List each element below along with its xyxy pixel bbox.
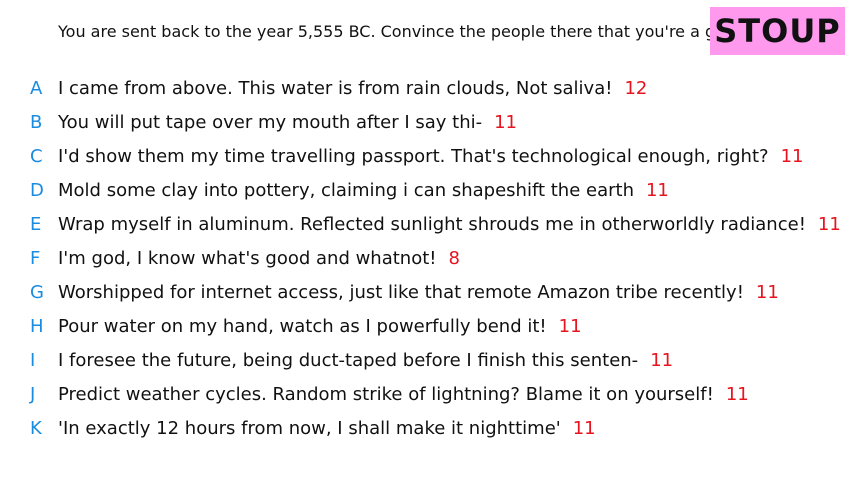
answer-letter: D (30, 180, 44, 201)
answer-text: I'm god, I know what's good and whatnot! (58, 248, 437, 269)
answer-score: 11 (572, 418, 596, 439)
answer-text: I'd show them my time travelling passpor… (58, 146, 769, 167)
answer-item-d: D Mold some clay into pottery, claiming … (0, 176, 853, 210)
answer-score: 11 (650, 350, 674, 371)
answer-item-a: A I came from above. This water is from … (0, 74, 853, 108)
answer-text: Wrap myself in aluminum. Reflected sunli… (58, 214, 806, 235)
answer-item-h: H Pour water on my hand, watch as I powe… (0, 312, 853, 346)
answer-item-b: B You will put tape over my mouth after … (0, 108, 853, 142)
answer-item-c: C I'd show them my time travelling passp… (0, 142, 853, 176)
answer-score: 12 (624, 78, 648, 99)
answer-letter: I (30, 350, 36, 371)
answer-letter: E (30, 214, 42, 235)
answer-letter: K (30, 418, 42, 439)
answer-letter: H (30, 316, 44, 337)
answer-text: Pour water on my hand, watch as I powerf… (58, 316, 547, 337)
answer-item-g: G Worshipped for internet access, just l… (0, 278, 853, 312)
answer-text: 'In exactly 12 hours from now, I shall m… (58, 418, 561, 439)
answer-letter: B (30, 112, 43, 133)
answer-text: I foresee the future, being duct-taped b… (58, 350, 639, 371)
answer-text: I came from above. This water is from ra… (58, 78, 613, 99)
answer-letter: J (30, 384, 36, 405)
answer-item-k: K 'In exactly 12 hours from now, I shall… (0, 414, 853, 448)
answer-letter: F (30, 248, 41, 269)
answer-text: You will put tape over my mouth after I … (58, 112, 483, 133)
answer-letter: G (30, 282, 44, 303)
answer-letter: A (30, 78, 43, 99)
answer-score: 11 (780, 146, 804, 167)
answer-score: 11 (645, 180, 669, 201)
answer-score: 8 (448, 248, 460, 269)
stoup-logo: STOUP (710, 7, 845, 55)
answer-score: 11 (558, 316, 582, 337)
logo-text: STOUP (714, 12, 841, 50)
answer-list: A I came from above. This water is from … (0, 74, 853, 448)
question-prompt: You are sent back to the year 5,555 BC. … (58, 22, 741, 41)
answer-text: Mold some clay into pottery, claiming i … (58, 180, 634, 201)
answer-item-j: J Predict weather cycles. Random strike … (0, 380, 853, 414)
answer-score: 11 (725, 384, 749, 405)
answer-text: Worshipped for internet access, just lik… (58, 282, 744, 303)
answer-item-f: F I'm god, I know what's good and whatno… (0, 244, 853, 278)
answer-score: 11 (817, 214, 841, 235)
answer-item-e: E Wrap myself in aluminum. Reflected sun… (0, 210, 853, 244)
answer-letter: C (30, 146, 43, 167)
answer-text: Predict weather cycles. Random strike of… (58, 384, 714, 405)
answer-item-i: I I foresee the future, being duct-taped… (0, 346, 853, 380)
answer-score: 11 (755, 282, 779, 303)
answer-score: 11 (494, 112, 518, 133)
